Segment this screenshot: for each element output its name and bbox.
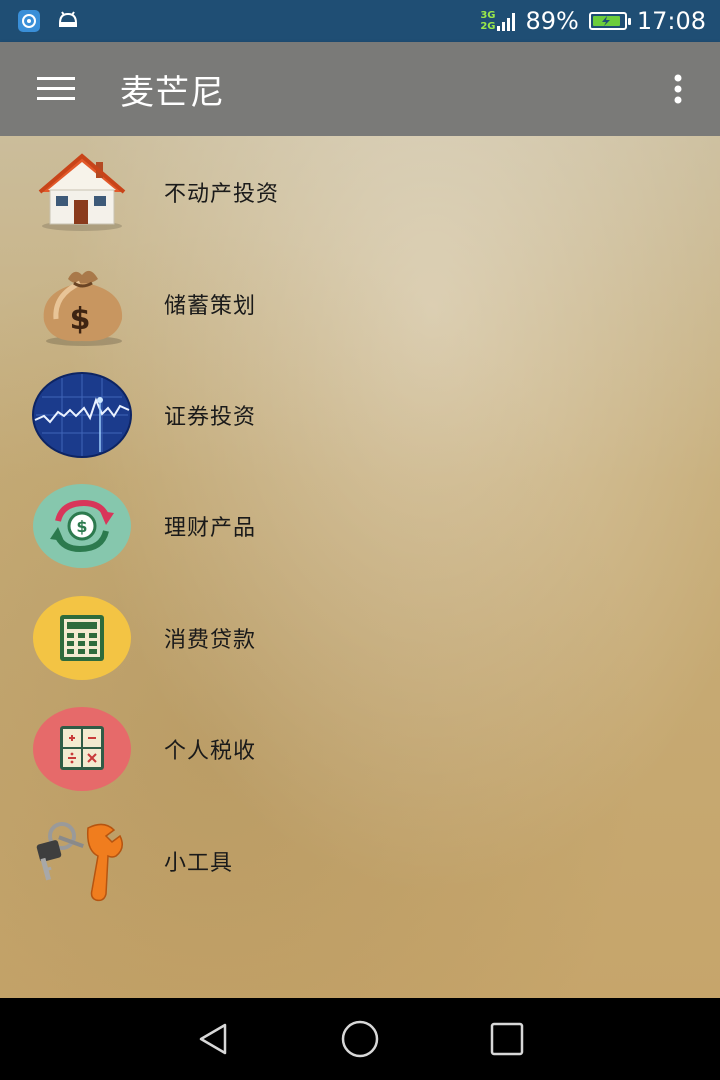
home-circle-icon[interactable] xyxy=(336,1015,384,1063)
stock-chart-icon xyxy=(32,372,132,459)
recents-square-icon[interactable] xyxy=(483,1015,531,1063)
menu-item-savings[interactable]: $ 储蓄策划 xyxy=(0,248,720,359)
app-title: 麦芒尼 xyxy=(120,72,225,113)
math-operators-icon xyxy=(32,706,132,792)
notification-app-icon xyxy=(18,10,40,32)
more-vertical-icon[interactable] xyxy=(666,69,690,109)
menu-item-label: 消费贷款 xyxy=(164,627,257,653)
keys-wrench-icon xyxy=(32,818,132,904)
menu-item-label: 小工具 xyxy=(164,850,234,876)
money-cycle-icon: $ xyxy=(32,483,132,569)
menu-item-real-estate[interactable]: 不动产投资 xyxy=(0,136,720,248)
menu-item-consumer-loans[interactable]: 消费贷款 xyxy=(0,582,720,693)
menu-item-wealth-products[interactable]: $ 理财产品 xyxy=(0,471,720,582)
battery-icon xyxy=(588,12,631,30)
money-bag-icon: $ xyxy=(32,261,132,347)
app-bar: 麦芒尼 xyxy=(0,42,720,136)
hamburger-menu-icon[interactable] xyxy=(36,69,76,109)
navigation-bar xyxy=(0,998,720,1080)
menu-background: 不动产投资 $ 储蓄策划 证券投资 $ 理财产品 消费贷款 个人税收 小工具 xyxy=(0,136,720,998)
battery-percent: 89% xyxy=(525,7,579,35)
menu-item-label: 证券投资 xyxy=(164,405,257,431)
menu-item-label: 不动产投资 xyxy=(164,182,280,207)
menu-item-personal-tax[interactable]: 个人税收 xyxy=(0,694,720,805)
house-icon xyxy=(32,149,132,235)
menu-item-label: 个人税收 xyxy=(164,739,257,765)
network-type-top: 3G xyxy=(480,10,496,21)
signal-bars-icon xyxy=(497,11,516,31)
network-type-bottom: 2G xyxy=(480,21,496,32)
android-debug-icon xyxy=(56,9,80,33)
svg-text:$: $ xyxy=(70,302,91,337)
feature-menu: 不动产投资 $ 储蓄策划 证券投资 $ 理财产品 消费贷款 个人税收 小工具 xyxy=(0,136,720,916)
menu-item-label: 储蓄策划 xyxy=(164,293,257,319)
menu-item-label: 理财产品 xyxy=(164,516,257,542)
svg-text:$: $ xyxy=(76,517,87,536)
menu-item-tools[interactable]: 小工具 xyxy=(0,805,720,916)
clock: 17:08 xyxy=(636,7,706,35)
calculator-icon xyxy=(32,595,132,681)
back-triangle-icon[interactable] xyxy=(189,1015,237,1063)
signal-indicator: 3G 2G xyxy=(480,10,516,32)
status-bar: 3G 2G 89% 17:08 xyxy=(0,0,720,42)
menu-item-securities[interactable]: 证券投资 xyxy=(0,359,720,470)
